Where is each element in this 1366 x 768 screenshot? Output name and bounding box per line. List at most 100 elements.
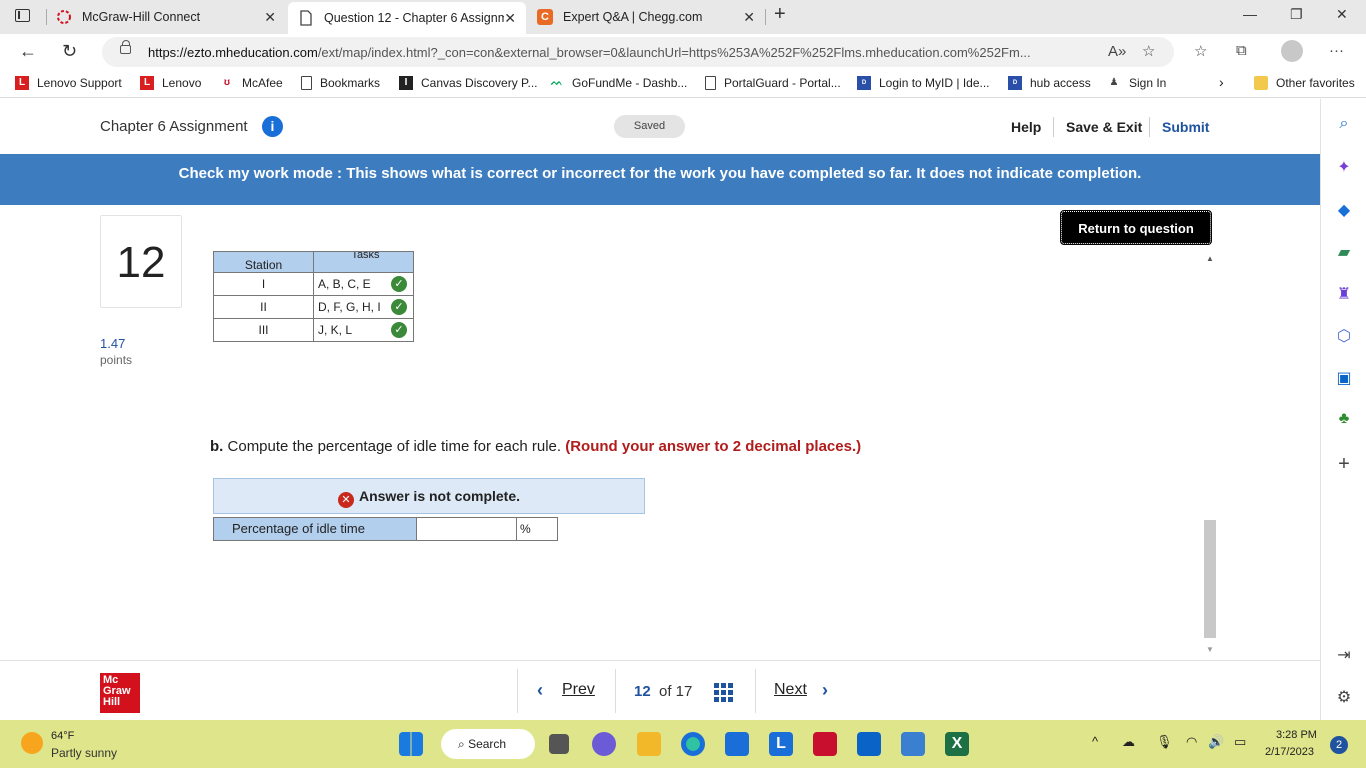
lenovo-icon: L xyxy=(15,76,29,90)
copilot-sparkle-icon[interactable]: ✦ xyxy=(1335,157,1353,177)
back-arrow-icon[interactable]: ← xyxy=(19,41,37,62)
save-exit-link[interactable]: Save & Exit xyxy=(1066,119,1142,135)
correct-check-icon: ✓ xyxy=(391,299,407,315)
bookmark-mcafee[interactable]: ʊ McAfee xyxy=(220,76,283,90)
return-to-question-button[interactable]: Return to question xyxy=(1060,210,1212,245)
help-link[interactable]: Help xyxy=(1011,119,1041,135)
close-tab-icon[interactable]: ✕ xyxy=(504,10,516,27)
settings-gear-icon[interactable]: ⚙ xyxy=(1335,687,1353,707)
tools-icon[interactable]: ▰ xyxy=(1335,242,1353,262)
bookmark-canvas[interactable]: I Canvas Discovery P... xyxy=(399,76,538,90)
check-my-work-banner: Check my work mode : This shows what is … xyxy=(0,154,1320,205)
station-cell: II xyxy=(213,295,314,319)
submit-link[interactable]: Submit xyxy=(1162,119,1209,135)
add-sidebar-icon[interactable]: + xyxy=(1335,453,1353,476)
search-icon[interactable]: ⌕ xyxy=(1335,115,1353,133)
close-window-icon[interactable]: ✕ xyxy=(1336,6,1348,23)
chevron-left-icon[interactable]: ‹ xyxy=(537,680,543,701)
bookmark-hub-access[interactable]: Dhub access xyxy=(1008,76,1091,90)
clock-date[interactable]: 2/17/2023 xyxy=(1265,746,1314,758)
tasks-cell: A, B, C, E ✓ xyxy=(313,272,414,296)
task-view-icon[interactable] xyxy=(549,734,569,754)
wifi-icon[interactable]: ◠ xyxy=(1186,734,1197,750)
chevron-right-icon[interactable]: › xyxy=(822,680,828,701)
close-tab-icon[interactable]: ✕ xyxy=(743,9,755,26)
games-icon[interactable]: ♜ xyxy=(1335,284,1353,304)
microphone-icon[interactable]: 🎙 xyxy=(1156,734,1173,750)
tasks-value: A, B, C, E xyxy=(318,277,371,291)
bookmark-gofundme[interactable]: ᨓ GoFundMe - Dashb... xyxy=(550,76,687,90)
collections-icon[interactable]: ⧉ xyxy=(1236,42,1247,59)
more-menu-icon[interactable]: ··· xyxy=(1329,42,1344,59)
tab-chegg[interactable]: C Expert Q&A | Chegg.com ✕ xyxy=(537,0,765,34)
percent-unit: % xyxy=(517,517,558,541)
question-grid-icon[interactable] xyxy=(714,683,733,702)
more-bookmarks-chevron-icon[interactable]: › xyxy=(1219,74,1224,90)
bookmark-label: Lenovo xyxy=(162,76,202,90)
tab-mcgraw-hill-connect[interactable]: McGraw-Hill Connect ✕ xyxy=(56,0,286,34)
profile-avatar[interactable] xyxy=(1281,40,1303,62)
bookmark-lenovo[interactable]: L Lenovo xyxy=(140,76,201,90)
outlook-icon[interactable]: ▣ xyxy=(1335,368,1353,388)
question-number: 12 xyxy=(100,215,182,308)
excel-icon[interactable]: X xyxy=(945,732,969,756)
table-row: III J, K, L ✓ xyxy=(213,318,414,342)
mcgraw-hill-logo: Mc Graw Hill xyxy=(100,673,140,713)
add-favorite-icon[interactable]: ☆ xyxy=(1142,42,1155,60)
shopping-tag-icon[interactable]: ◆ xyxy=(1335,200,1353,220)
battery-icon[interactable]: ▭ xyxy=(1234,734,1246,750)
microsoft-365-icon[interactable]: ⬡ xyxy=(1335,326,1353,346)
close-tab-icon[interactable]: ✕ xyxy=(264,9,276,26)
incorrect-x-icon: ✕ xyxy=(337,492,354,508)
edge-browser-icon[interactable] xyxy=(681,732,705,756)
taskbar-search[interactable]: ⌕ Search xyxy=(441,729,535,759)
person-icon: ♟ xyxy=(1109,77,1119,88)
url-field[interactable]: https://ezto.mheducation.com/ext/map/ind… xyxy=(102,37,1174,67)
scroll-down-arrow-icon[interactable]: ▼ xyxy=(1206,645,1214,654)
notification-badge[interactable]: 2 xyxy=(1330,736,1348,754)
bookmark-bookmarks[interactable]: Bookmarks xyxy=(301,76,380,90)
favorites-icon[interactable]: ☆ xyxy=(1194,42,1207,60)
weather-sun-icon[interactable] xyxy=(21,732,43,754)
microsoft-store-icon[interactable] xyxy=(725,732,749,756)
teams-chat-icon[interactable] xyxy=(592,732,616,756)
bookmark-lenovo-support[interactable]: L Lenovo Support xyxy=(15,76,122,90)
windows-start-icon[interactable] xyxy=(399,732,423,756)
scroll-up-arrow-icon[interactable]: ▲ xyxy=(1206,254,1214,263)
onedrive-cloud-icon[interactable]: ☁ xyxy=(1122,734,1135,750)
hide-sidebar-icon[interactable]: ⇥ xyxy=(1335,645,1353,665)
bookmark-other-favorites[interactable]: Other favorites xyxy=(1254,76,1355,90)
prev-button[interactable]: Prev xyxy=(562,681,595,699)
file-explorer-icon[interactable] xyxy=(637,732,661,756)
minimize-icon[interactable]: — xyxy=(1243,6,1257,22)
info-icon[interactable]: i xyxy=(262,116,283,137)
tree-icon[interactable]: ♣ xyxy=(1335,410,1353,428)
scrollbar-thumb[interactable] xyxy=(1204,520,1216,638)
restore-icon[interactable]: ❐ xyxy=(1290,6,1303,23)
idle-time-input[interactable] xyxy=(417,517,517,541)
bookmark-portalguard[interactable]: PortalGuard - Portal... xyxy=(705,76,841,90)
tab-question-12[interactable]: Question 12 - Chapter 6 Assignm ✕ xyxy=(288,2,526,34)
bookmark-login-myid[interactable]: D Login to MyID | Ide... xyxy=(857,76,990,90)
answer-label: Percentage of idle time xyxy=(213,517,417,541)
tab-actions-icon[interactable] xyxy=(15,9,30,22)
photos-icon[interactable] xyxy=(901,732,925,756)
read-aloud-icon[interactable]: A» xyxy=(1108,43,1126,60)
new-tab-button[interactable]: + xyxy=(774,3,786,26)
assignment-header: Chapter 6 Assignment i Saved Help Save &… xyxy=(0,99,1320,154)
station-cell: I xyxy=(213,272,314,296)
content-scrollbar[interactable]: ▲ ▼ xyxy=(1203,252,1218,656)
tasks-cell: J, K, L ✓ xyxy=(313,318,414,342)
outlook-icon[interactable] xyxy=(857,732,881,756)
next-button[interactable]: Next xyxy=(774,681,807,699)
url-text: https://ezto.mheducation.com/ext/map/ind… xyxy=(148,45,1031,60)
show-hidden-icons-chevron-icon[interactable]: ^ xyxy=(1092,734,1098,749)
clock-time[interactable]: 3:28 PM xyxy=(1276,729,1317,741)
search-icon: ⌕ xyxy=(458,737,469,751)
lenovo-vantage-icon[interactable]: L xyxy=(769,732,793,756)
refresh-icon[interactable]: ↻ xyxy=(62,41,77,62)
bookmark-label: Lenovo Support xyxy=(37,76,122,90)
bookmark-sign-in[interactable]: ♟ Sign In xyxy=(1107,76,1167,90)
mcafee-icon[interactable] xyxy=(813,732,837,756)
volume-icon[interactable]: 🔊 xyxy=(1208,734,1224,750)
